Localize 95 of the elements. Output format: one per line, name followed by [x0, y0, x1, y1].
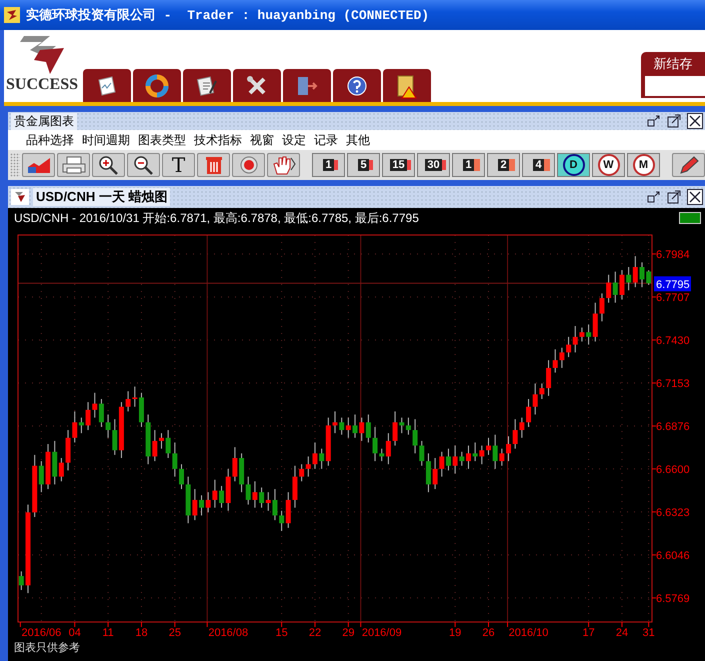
pencil-icon: [678, 155, 700, 175]
close-icon[interactable]: [687, 189, 703, 205]
y-axis-label: 6.6876: [656, 421, 690, 434]
period-button[interactable]: 1: [452, 153, 485, 177]
period-button[interactable]: 30: [417, 153, 450, 177]
menu-item[interactable]: 图表类型: [138, 132, 186, 148]
printer-icon: [60, 155, 86, 175]
menu-item[interactable]: 视窗: [250, 132, 274, 148]
period-button[interactable]: 1: [312, 153, 345, 177]
period-button[interactable]: 4: [522, 153, 555, 177]
maximize-icon[interactable]: [667, 190, 681, 204]
quote-summary: USD/CNH - 2016/10/31 开始:6.7871, 最高:6.7878, 最低:6.7785, 最后:6.7795: [14, 210, 419, 226]
menu-item[interactable]: 时间週期: [82, 132, 130, 148]
tools-icon: [246, 74, 268, 96]
tool-button[interactable]: T: [162, 153, 195, 177]
tool-button[interactable]: [267, 153, 300, 177]
candlestick: [486, 437, 491, 456]
nav-tab[interactable]: [383, 69, 431, 102]
hand-icon: [270, 154, 296, 176]
x-axis-label: 11: [102, 627, 114, 639]
logo-icon: [11, 189, 29, 205]
x-axis-label: 22: [308, 627, 322, 639]
x-axis-label: 26: [482, 627, 495, 639]
candlestick: [179, 464, 184, 490]
area-chart-icon: [26, 155, 52, 175]
y-axis-label: 6.7153: [656, 378, 690, 390]
nav-tab[interactable]: [183, 69, 231, 102]
logo-icon: [4, 7, 20, 23]
y-axis-label: 6.5769: [656, 592, 690, 605]
period-button[interactable]: 5: [347, 153, 380, 177]
y-axis-label: 6.6046: [656, 550, 690, 562]
menu-item[interactable]: 技术指标: [194, 132, 242, 148]
candlestick: [646, 270, 652, 286]
text-tool-label: T: [172, 155, 186, 175]
notepad-icon: [196, 74, 218, 96]
menu-item[interactable]: 其他: [346, 132, 370, 148]
tool-button[interactable]: [127, 153, 160, 177]
x-axis-label: 2016/10: [508, 627, 548, 639]
disclaimer-text: 图表只供参考: [13, 640, 81, 655]
y-axis-label: 6.6600: [656, 464, 690, 476]
last-price-badge: 6.7795: [654, 276, 691, 292]
tool-button[interactable]: [672, 153, 705, 177]
x-axis-label: 25: [168, 627, 181, 639]
refresh-icon: [145, 74, 169, 98]
x-axis-label: 29: [342, 627, 354, 639]
menu-item[interactable]: 设定: [282, 132, 306, 148]
nav-tab[interactable]: [83, 69, 131, 102]
nav-tab[interactable]: [133, 69, 181, 102]
chart-document-icon: [96, 74, 118, 96]
period-button[interactable]: W: [592, 153, 625, 177]
x-axis-label: 19: [449, 627, 462, 639]
period-button[interactable]: 2: [487, 153, 520, 177]
panel-title: 贵金属图表: [11, 112, 77, 130]
window-title: 实德环球投资有限公司 - Trader : huayanbing (CONNECTED): [26, 6, 430, 24]
restore-icon[interactable]: [647, 114, 661, 128]
menu-item[interactable]: 记录: [314, 132, 338, 148]
candlestick: [332, 410, 338, 434]
candlestick: [640, 262, 644, 288]
period-button[interactable]: D: [557, 153, 590, 177]
x-axis-label: 18: [135, 627, 148, 639]
x-axis-label: 17: [582, 627, 595, 639]
maximize-icon[interactable]: [667, 114, 681, 128]
menu-item[interactable]: 品种选择: [26, 132, 74, 148]
x-axis-label: 2016/09: [362, 627, 402, 639]
y-axis-label: 6.7430: [656, 334, 690, 347]
restore-icon[interactable]: [647, 190, 661, 204]
x-axis-label: 24: [616, 627, 628, 639]
tool-button[interactable]: [92, 153, 125, 177]
y-axis-label: 6.7984: [656, 248, 690, 261]
balance-field: [645, 76, 705, 96]
candlestick: [18, 570, 24, 590]
chart-window-title: USD/CNH 一天 蜡烛图: [33, 188, 170, 206]
x-axis-label: 31: [642, 627, 655, 639]
close-icon[interactable]: [687, 113, 703, 129]
period-button[interactable]: M: [627, 153, 660, 177]
exit-door-icon: [295, 74, 319, 96]
help-icon: [346, 74, 368, 96]
y-axis-label: 6.7707: [656, 292, 690, 304]
tool-button[interactable]: [57, 153, 90, 177]
y-axis-label: 6.6323: [656, 506, 690, 519]
balance-label: 新结存: [654, 56, 692, 73]
x-axis-label: 15: [275, 627, 288, 639]
x-axis-label: 2016/06: [21, 627, 62, 639]
x-axis-label: 2016/08: [208, 627, 248, 639]
clipboard-warning-icon: [395, 72, 419, 98]
zoom-in-icon: [98, 155, 120, 175]
nav-tab[interactable]: [333, 69, 381, 102]
x-axis-label: 04: [68, 627, 81, 639]
record-icon: [238, 155, 260, 175]
brand-name: SUCCESS: [6, 76, 78, 94]
toolbar-grip[interactable]: [10, 153, 20, 177]
nav-tab[interactable]: [233, 69, 281, 102]
period-button[interactable]: 15: [382, 153, 415, 177]
zoom-out-icon: [132, 155, 154, 175]
status-indicator: [679, 212, 701, 224]
